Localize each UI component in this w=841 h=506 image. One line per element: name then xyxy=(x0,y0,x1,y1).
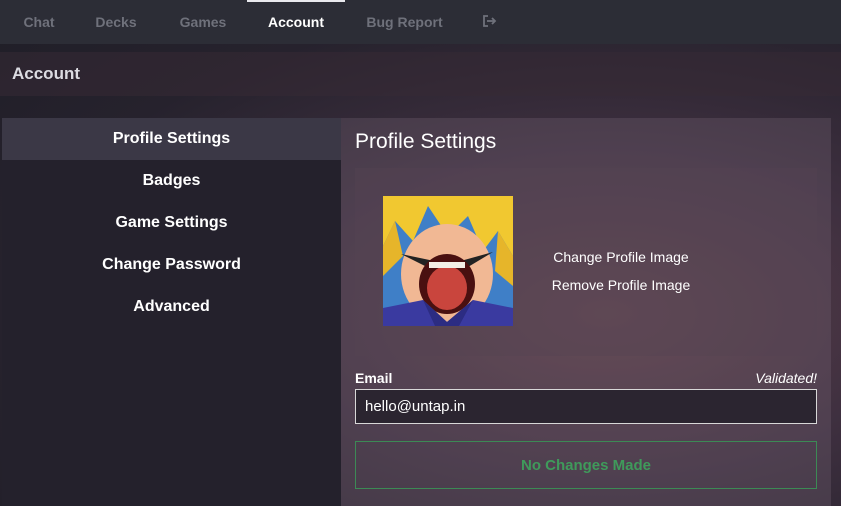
email-field[interactable] xyxy=(355,389,817,424)
nav-tab-games[interactable]: Games xyxy=(168,0,238,44)
save-button[interactable]: No Changes Made xyxy=(355,441,817,489)
change-profile-image-link[interactable]: Change Profile Image xyxy=(540,249,702,265)
logout-icon[interactable] xyxy=(478,11,502,33)
avatar xyxy=(383,196,513,326)
page-header xyxy=(0,52,841,96)
email-validated-status: Validated! xyxy=(755,370,817,386)
sidebar-item-profile-settings[interactable]: Profile Settings xyxy=(2,118,341,160)
nav-tab-account[interactable]: Account xyxy=(247,0,345,44)
nav-tab-chat[interactable]: Chat xyxy=(10,0,68,44)
nav-tab-bug-report[interactable]: Bug Report xyxy=(356,0,453,44)
section-title: Profile Settings xyxy=(355,130,497,153)
sidebar-item-badges[interactable]: Badges xyxy=(2,160,341,202)
remove-profile-image-link[interactable]: Remove Profile Image xyxy=(540,277,702,293)
sidebar-item-game-settings[interactable]: Game Settings xyxy=(2,202,341,244)
sidebar-item-change-password[interactable]: Change Password xyxy=(2,244,341,286)
nav-tab-decks[interactable]: Decks xyxy=(84,0,148,44)
sidebar-item-advanced[interactable]: Advanced xyxy=(2,286,341,328)
top-nav-bar: Chat Decks Games Account Bug Report xyxy=(0,0,841,44)
email-label: Email xyxy=(355,370,393,386)
page-title: Account xyxy=(12,64,80,83)
